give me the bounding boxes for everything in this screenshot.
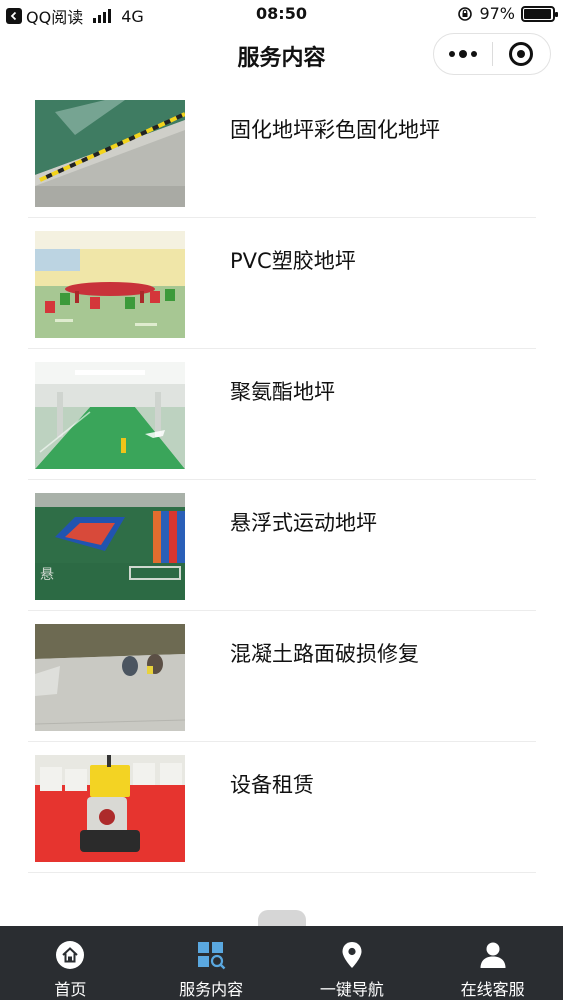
battery-icon (521, 5, 558, 22)
service-title: 悬浮式运动地坪 (230, 511, 377, 535)
close-miniprogram-button[interactable] (493, 34, 551, 74)
miniprogram-capsule (433, 33, 551, 75)
tab-services[interactable]: 服务内容 (141, 926, 282, 1000)
navigation-bar: 服务内容 (0, 28, 563, 82)
more-dots-icon (448, 50, 477, 58)
rotation-lock-icon (458, 6, 473, 21)
target-close-icon (509, 42, 534, 66)
home-icon (55, 940, 85, 970)
service-title: PVC塑胶地坪 (230, 249, 356, 273)
tab-label: 服务内容 (179, 980, 244, 999)
battery-fill (524, 8, 552, 19)
list-item[interactable]: 混凝土路面破损修复 (28, 611, 536, 742)
service-title: 固化地坪彩色固化地坪 (230, 118, 440, 142)
tab-navigation[interactable]: 一键导航 (282, 926, 423, 1000)
service-thumbnail (35, 362, 185, 469)
service-thumbnail (35, 755, 185, 862)
status-bar: QQ阅读 4G 08:50 97% (0, 0, 563, 28)
tab-label: 首页 (54, 980, 87, 999)
tab-label: 在线客服 (460, 980, 525, 999)
service-thumbnail: 悬 (35, 493, 185, 600)
list-item[interactable]: 固化地坪彩色固化地坪 (28, 87, 536, 218)
list-item[interactable]: PVC塑胶地坪 (28, 218, 536, 349)
location-pin-icon (337, 940, 367, 970)
more-button[interactable] (434, 34, 492, 74)
service-thumbnail (35, 231, 185, 338)
service-title: 混凝土路面破损修复 (230, 642, 419, 666)
list-item[interactable]: 设备租赁 (28, 742, 536, 873)
service-thumbnail (35, 100, 185, 207)
service-title: 设备租赁 (230, 773, 314, 797)
list-item[interactable]: 悬 悬浮式运动地坪 (28, 480, 536, 611)
service-thumbnail (35, 624, 185, 731)
tab-customer-service[interactable]: 在线客服 (422, 926, 563, 1000)
bottom-tab-bar: 首页 服务内容 一键导航 在线客服 (0, 926, 563, 1000)
grid-search-icon (196, 940, 226, 970)
service-title: 聚氨酯地坪 (230, 380, 335, 404)
status-right: 97% (457, 4, 558, 23)
list-item[interactable]: 聚氨酯地坪 (28, 349, 536, 480)
battery-percent: 97% (479, 4, 515, 23)
tab-label: 一键导航 (319, 980, 384, 999)
user-icon (478, 940, 508, 970)
tab-home[interactable]: 首页 (0, 926, 141, 1000)
svg-text:悬: 悬 (40, 567, 54, 583)
service-list: 固化地坪彩色固化地坪 PVC塑胶地坪 聚氨酯地坪 悬 悬浮式运动地坪 混凝土路面… (28, 87, 536, 873)
